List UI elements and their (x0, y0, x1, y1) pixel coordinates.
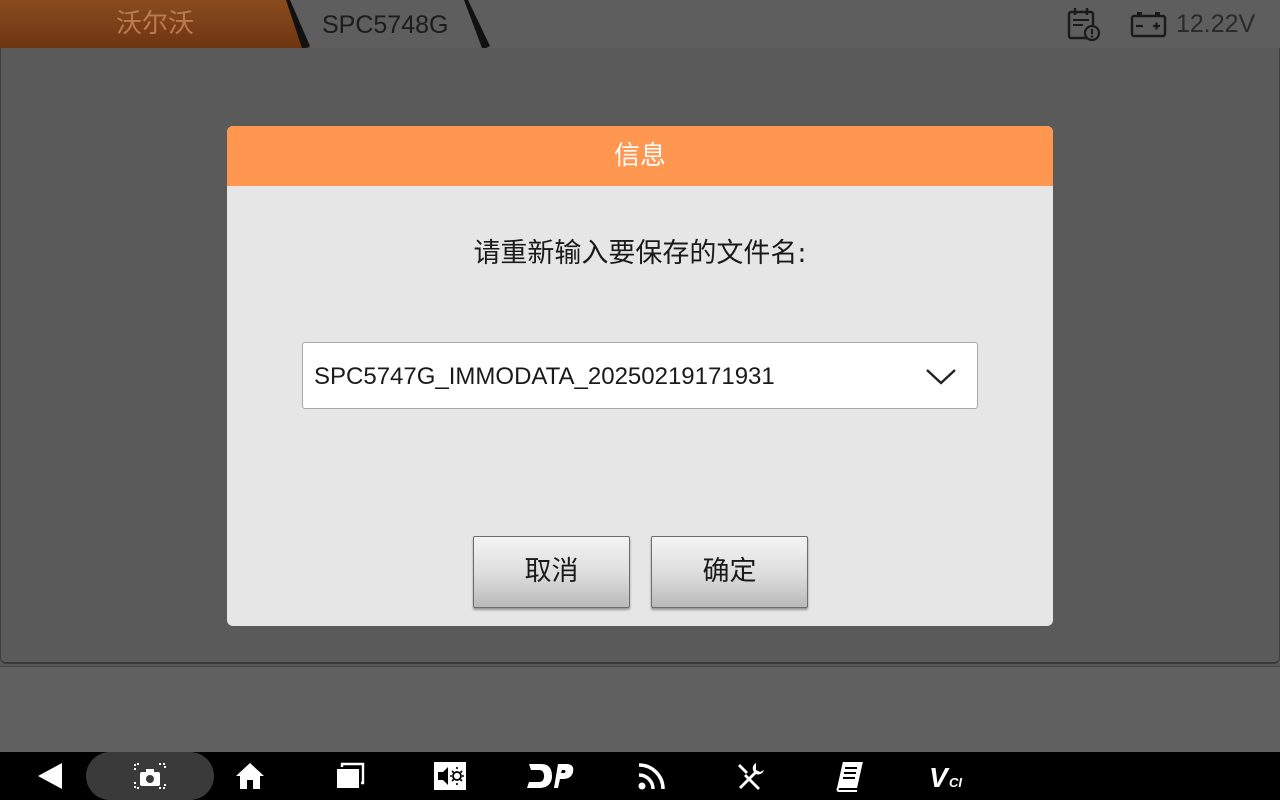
cancel-button[interactable]: 取消 (473, 536, 630, 608)
top-bar: 沃尔沃 SPC5748G 12.22V (0, 0, 1280, 48)
function-button-bar (0, 666, 1280, 752)
signal-icon[interactable] (632, 752, 672, 800)
battery-icon (1130, 10, 1168, 38)
volume-brightness-icon[interactable] (430, 752, 470, 800)
dp-icon[interactable] (522, 752, 578, 800)
dialog-title: 信息 (613, 141, 666, 171)
breadcrumb-separator (464, 0, 490, 48)
breadcrumb-module-label[interactable]: SPC5748G (322, 9, 448, 41)
calendar-alert-icon[interactable] (1066, 6, 1102, 42)
bottom-nav-bar: V CI (0, 752, 1280, 800)
dialog-message: 请重新输入要保存的文件名: (473, 238, 807, 269)
report-icon[interactable] (830, 752, 870, 800)
svg-text:V: V (929, 762, 950, 791)
screenshot-icon[interactable] (130, 752, 170, 800)
dialog-header: 信息 (227, 126, 1053, 186)
vci-icon[interactable]: V CI (925, 752, 975, 800)
battery-voltage: 12.22V (1176, 10, 1256, 38)
home-icon[interactable] (230, 752, 270, 800)
svg-text:CI: CI (949, 775, 962, 790)
save-file-dialog: 信息 请重新输入要保存的文件名: SPC5747G_IMMODATA_20250… (227, 126, 1053, 626)
back-icon[interactable] (30, 752, 70, 800)
tools-icon[interactable] (730, 752, 770, 800)
recent-apps-icon[interactable] (330, 752, 370, 800)
breadcrumb-make-label[interactable]: 沃尔沃 (90, 8, 220, 40)
ok-button[interactable]: 确定 (651, 536, 808, 608)
filename-combobox[interactable]: SPC5747G_IMMODATA_20250219171931 (302, 342, 978, 409)
chevron-down-icon[interactable] (925, 365, 957, 387)
filename-input[interactable]: SPC5747G_IMMODATA_20250219171931 (314, 343, 775, 410)
